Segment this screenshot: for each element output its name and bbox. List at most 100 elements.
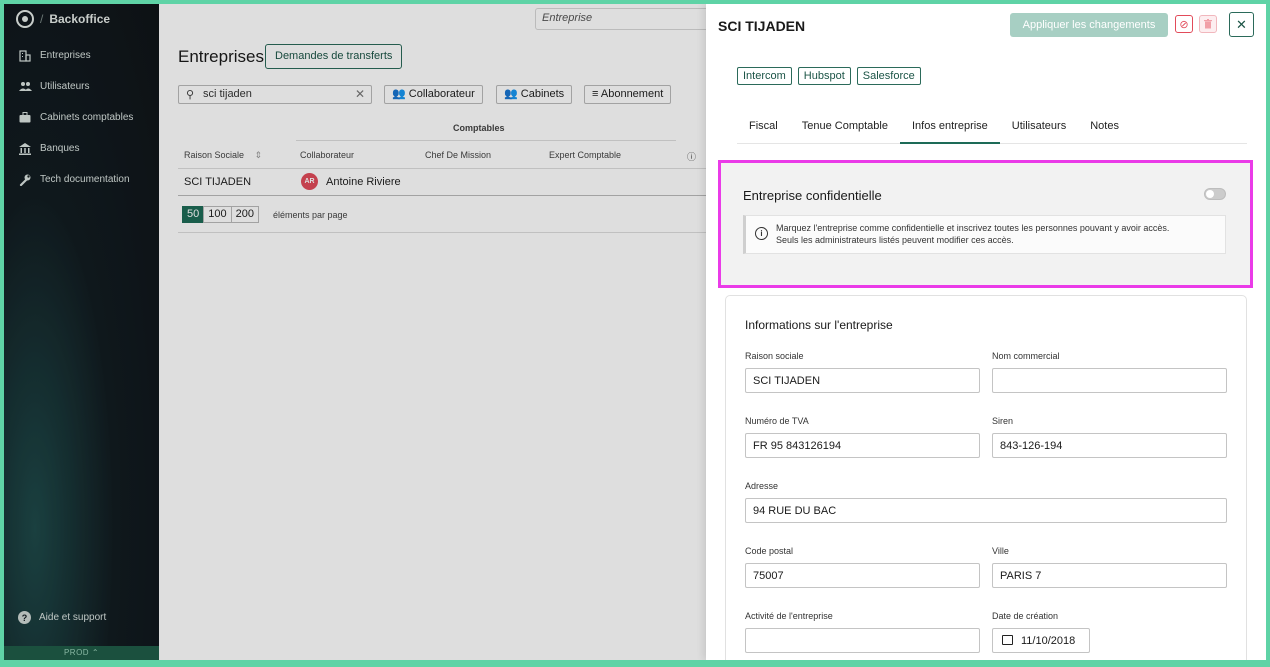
siren-field[interactable]: 843-126-194 [992,433,1227,458]
drawer-title: SCI TIJADEN [718,18,806,34]
search-value: sci tijaden [203,88,252,100]
nom-label: Nom commercial [992,351,1060,361]
sidebar-item-cabinets[interactable]: Cabinets comptables [4,102,159,133]
page-size-label: éléments par page [273,210,348,220]
sidebar-item-label: Utilisateurs [40,81,90,92]
transfer-requests-button[interactable]: Demandes de transferts [265,44,403,69]
sidebar-nav: Entreprises Utilisateurs Cabinets compta… [4,40,159,195]
column-header-raison[interactable]: Raison Sociale ⇕ [184,150,262,161]
filter-label: Abonnement [600,88,664,100]
users-icon: 👥 [392,88,406,100]
building-icon [18,49,32,63]
confidential-section: Entreprise confidentielle i Marquez l'en… [718,160,1253,288]
brand[interactable]: / Backoffice [4,4,159,34]
tab-utilisateurs[interactable]: Utilisateurs [1000,113,1078,144]
help-label: Aide et support [39,612,107,623]
tva-label: Numéro de TVA [745,416,809,426]
company-drawer: SCI TIJADEN Appliquer les changements ⊘ … [706,4,1266,660]
cell-raison: SCI TIJADEN [184,176,252,188]
sidebar-item-label: Cabinets comptables [40,112,134,123]
confidential-info: i Marquez l'entreprise comme confidentie… [743,215,1226,254]
help-icon: ? [18,611,31,624]
page-size-selector: 50 100 200 [182,206,259,223]
activite-field[interactable] [745,628,980,653]
ban-icon[interactable]: ⊘ [1175,15,1193,33]
tag-hubspot[interactable]: Hubspot [797,67,851,85]
sidebar-item-entreprises[interactable]: Entreprises [4,40,159,71]
divider [178,195,708,196]
sidebar-item-tech-doc[interactable]: Tech documentation [4,164,159,195]
apply-changes-button[interactable]: Appliquer les changements [1010,13,1168,37]
tab-tenue-comptable[interactable]: Tenue Comptable [790,113,900,144]
trash-icon[interactable] [1199,15,1217,33]
integration-tags: Intercom Hubspot Salesforce [737,67,921,85]
filter-collaborateur-button[interactable]: 👥 Collaborateur [384,85,483,104]
tab-notes[interactable]: Notes [1078,113,1131,144]
confidential-title: Entreprise confidentielle [743,188,882,203]
company-search-input[interactable]: ⚲ sci tijaden ✕ [178,85,372,104]
header-label: Raison Sociale [184,150,245,160]
sidebar-item-utilisateurs[interactable]: Utilisateurs [4,71,159,102]
tag-intercom[interactable]: Intercom [737,67,792,85]
filter-icon: ≡ [592,88,599,100]
page-title: Entreprises [178,47,264,66]
raison-label: Raison sociale [745,351,804,361]
chevron-up-icon: ⌃ [91,648,100,657]
wrench-icon [18,173,32,187]
filter-label: Cabinets [520,88,565,100]
nom-commercial-field[interactable] [992,368,1227,393]
tab-fiscal[interactable]: Fiscal [737,113,790,144]
date-creation-field[interactable]: 11/10/2018 [992,628,1090,653]
divider [296,140,676,141]
close-icon[interactable]: ✕ [1229,12,1254,37]
code-postal-field[interactable]: 75007 [745,563,980,588]
confidential-toggle[interactable] [1204,188,1226,200]
avatar: AR [301,173,318,190]
help-link[interactable]: ? Aide et support [18,611,106,624]
info-icon: ⓘ [687,152,697,162]
raison-sociale-field[interactable]: SCI TIJADEN [745,368,980,393]
adresse-field[interactable]: 94 RUE DU BAC [745,498,1227,523]
company-info-title: Informations sur l'entreprise [745,318,893,332]
ville-label: Ville [992,546,1009,556]
filter-cabinets-button[interactable]: 👥 Cabinets [496,85,573,104]
brand-title: Backoffice [49,12,111,26]
table-row[interactable]: SCI TIJADEN [184,176,251,188]
tag-salesforce[interactable]: Salesforce [856,67,921,85]
table-group-header: Comptables [453,123,505,133]
calendar-icon [1002,635,1013,645]
logo-icon [16,10,34,28]
page-size-100[interactable]: 100 [203,206,232,223]
drawer-tabs: Fiscal Tenue Comptable Infos entreprise … [737,113,1247,144]
column-header-expert: Expert Comptable [549,150,622,160]
search-icon: ⚲ [186,89,195,101]
briefcase-icon [18,111,32,125]
ville-field[interactable]: PARIS 7 [992,563,1227,588]
users-icon: 👥 [504,88,518,100]
sidebar-item-label: Banques [40,143,80,154]
info-icon: i [755,227,768,240]
cp-label: Code postal [745,546,794,556]
info-text-line1: Marquez l'entreprise comme confidentiell… [776,223,1170,233]
page-size-200[interactable]: 200 [230,206,259,223]
company-info-card: Informations sur l'entreprise Raison soc… [725,295,1247,660]
column-header-collaborateur: Collaborateur [300,150,355,160]
tva-field[interactable]: FR 95 843126194 [745,433,980,458]
env-label: PROD [63,648,90,657]
date-value: 11/10/2018 [1021,635,1076,647]
page-size-50[interactable]: 50 [182,206,205,223]
clear-icon[interactable]: ✕ [355,87,365,101]
global-search-input[interactable]: Entreprise [535,8,735,30]
brand-separator: / [40,12,44,26]
environment-badge[interactable]: PROD ⌃ [4,646,159,660]
sort-icon: ⇕ [254,150,263,160]
filter-label: Collaborateur [408,88,475,100]
tab-infos-entreprise[interactable]: Infos entreprise [899,113,1000,144]
sidebar-item-banques[interactable]: Banques [4,133,159,164]
app-window: / Backoffice Entreprises Utilisateurs Ca… [4,4,1266,660]
siren-label: Siren [992,416,1014,426]
info-text-line2: Seuls les administrateurs listés peuvent… [776,235,1014,245]
filter-abonnement-button[interactable]: ≡ Abonnement [584,85,672,104]
sidebar-item-label: Tech documentation [40,174,130,185]
divider [178,232,708,233]
